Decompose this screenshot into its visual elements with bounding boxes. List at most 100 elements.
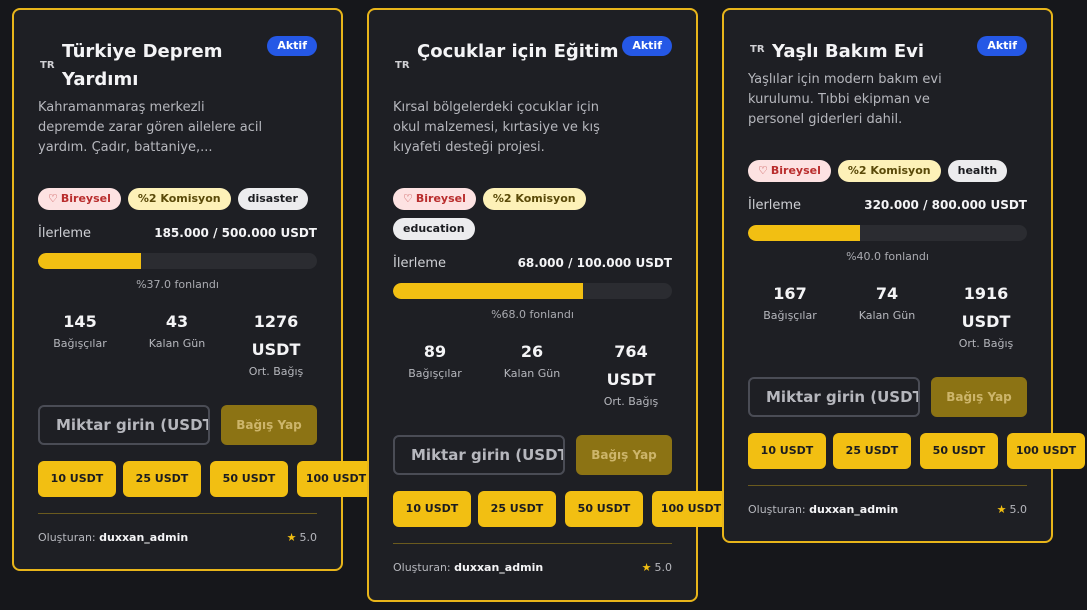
progress-header: İlerleme 68.000 / 100.000 USDT xyxy=(393,256,672,274)
stat-avg-donation: 764 USDT Ort. Bağış xyxy=(589,338,673,410)
stat-label: Kalan Gün xyxy=(148,337,206,350)
progress-amount: 320.000 / 800.000 USDT xyxy=(864,198,1027,212)
tag-personal: ♡ Bireysel xyxy=(393,188,476,210)
heart-icon: ♡ xyxy=(758,164,768,177)
progress-amount: 185.000 / 500.000 USDT xyxy=(154,226,317,240)
campaign-title: Türkiye Deprem Yardımı xyxy=(62,41,223,90)
progress-header: İlerleme 320.000 / 800.000 USDT xyxy=(748,198,1027,216)
stat-label: Ort. Bağış xyxy=(958,337,1014,350)
star-icon: ★ xyxy=(641,561,652,574)
tag-category: health xyxy=(947,160,1008,182)
creator-label: Oluşturan: xyxy=(393,561,451,574)
stat-days-left: 74 Kalan Gün xyxy=(845,280,929,324)
quick-amount-button[interactable]: 10 USDT xyxy=(38,461,116,497)
quick-amount-button[interactable]: 25 USDT xyxy=(123,461,201,497)
quick-amount-button[interactable]: 10 USDT xyxy=(748,433,826,469)
amount-input[interactable] xyxy=(38,405,210,445)
stat-label: Bağışçılar xyxy=(408,367,462,380)
stat-label: Ort. Bağış xyxy=(603,395,659,408)
stat-value: 1276 USDT xyxy=(251,312,301,359)
progress-bar-fill xyxy=(748,225,860,241)
stat-donors: 167 Bağışçılar xyxy=(748,280,832,324)
quick-amount-button[interactable]: 100 USDT xyxy=(1007,433,1085,469)
heart-icon: ♡ xyxy=(403,192,413,205)
card-footer: Oluşturan: duxxan_admin ★ 5.0 xyxy=(748,503,1027,519)
stat-value: 74 xyxy=(875,284,899,303)
progress-amount: 68.000 / 100.000 USDT xyxy=(517,256,672,270)
tag-personal: ♡ Bireysel xyxy=(38,188,121,210)
stat-label: Kalan Gün xyxy=(503,367,561,380)
progress-bar xyxy=(393,283,672,299)
stat-days-left: 43 Kalan Gün xyxy=(135,308,219,352)
stat-label: Kalan Gün xyxy=(858,309,916,322)
country-code: TR xyxy=(750,44,765,55)
funded-percentage: %37.0 fonlandı xyxy=(136,278,219,291)
quick-amount-button[interactable]: 100 USDT xyxy=(297,461,375,497)
donate-button[interactable]: Bağış Yap xyxy=(576,435,672,475)
progress-header: İlerleme 185.000 / 500.000 USDT xyxy=(38,226,317,244)
rating: ★ 5.0 xyxy=(996,503,1027,516)
campaign-title: Yaşlı Bakım Evi xyxy=(772,41,925,62)
campaign-card: TR Türkiye Deprem Yardımı Aktif Kahraman… xyxy=(12,8,375,571)
divider xyxy=(748,485,1027,486)
quick-amount-button[interactable]: 50 USDT xyxy=(920,433,998,469)
tag-list: ♡ Bireysel %2 Komisyon health xyxy=(748,160,1027,190)
country-code: TR xyxy=(40,60,55,71)
creator-name: duxxan_admin xyxy=(99,531,189,544)
rating: ★ 5.0 xyxy=(286,531,317,544)
donate-button[interactable]: Bağış Yap xyxy=(931,377,1027,417)
progress-bar xyxy=(748,225,1027,241)
status-badge: Aktif xyxy=(267,36,317,56)
stat-label: Bağışçılar xyxy=(53,337,107,350)
quick-amount-button[interactable]: 50 USDT xyxy=(210,461,288,497)
progress-bar xyxy=(38,253,317,269)
tag-commission: %2 Komisyon xyxy=(127,188,231,210)
stat-label: Bağışçılar xyxy=(763,309,817,322)
funded-percentage: %68.0 fonlandı xyxy=(491,308,574,321)
progress-label: İlerleme xyxy=(393,256,447,271)
stat-avg-donation: 1276 USDT Ort. Bağış xyxy=(234,308,318,380)
quick-amount-button[interactable]: 50 USDT xyxy=(565,491,643,527)
progress-bar-fill xyxy=(38,253,142,269)
amount-input[interactable] xyxy=(393,435,565,475)
star-icon: ★ xyxy=(286,531,297,544)
quick-amount-button[interactable]: 10 USDT xyxy=(393,491,471,527)
stat-days-left: 26 Kalan Gün xyxy=(490,338,574,382)
quick-amount-button[interactable]: 25 USDT xyxy=(478,491,556,527)
stat-value: 145 xyxy=(63,312,97,331)
stat-value: 167 xyxy=(773,284,807,303)
stat-value: 764 USDT xyxy=(606,342,656,389)
progress-bar-fill xyxy=(393,283,583,299)
stat-value: 26 xyxy=(520,342,544,361)
quick-amount-button[interactable]: 25 USDT xyxy=(833,433,911,469)
card-footer: Oluşturan: duxxan_admin ★ 5.0 xyxy=(393,561,672,577)
campaign-title: Çocuklar için Eğitim xyxy=(417,41,619,62)
campaign-card: TR Çocuklar için Eğitim Aktif Kırsal böl… xyxy=(367,8,730,602)
stat-value: 89 xyxy=(423,342,447,361)
campaign-card: TR Yaşlı Bakım Evi Aktif Yaşlılar için m… xyxy=(722,8,1085,543)
star-icon: ★ xyxy=(996,503,1007,516)
campaign-description: Kırsal bölgelerdeki çocuklar için okul m… xyxy=(393,100,600,155)
creator-name: duxxan_admin xyxy=(809,503,899,516)
funded-percentage: %40.0 fonlandı xyxy=(846,250,929,263)
quick-amounts: 10 USDT 25 USDT 50 USDT 100 USDT xyxy=(748,433,1087,469)
divider xyxy=(38,513,317,514)
amount-input[interactable] xyxy=(748,377,920,417)
tag-category: disaster xyxy=(237,188,308,210)
stat-avg-donation: 1916 USDT Ort. Bağış xyxy=(944,280,1028,352)
quick-amount-button[interactable]: 100 USDT xyxy=(652,491,730,527)
tag-list: ♡ Bireysel %2 Komisyon education xyxy=(393,188,672,248)
tag-commission: %2 Komisyon xyxy=(482,188,586,210)
tag-category: education xyxy=(393,218,475,240)
divider xyxy=(393,543,672,544)
stat-donors: 145 Bağışçılar xyxy=(38,308,122,352)
country-code: TR xyxy=(395,60,410,71)
stat-donors: 89 Bağışçılar xyxy=(393,338,477,382)
donate-button[interactable]: Bağış Yap xyxy=(221,405,317,445)
rating: ★ 5.0 xyxy=(641,561,672,574)
status-badge: Aktif xyxy=(977,36,1027,56)
tag-personal: ♡ Bireysel xyxy=(748,160,831,182)
stat-value: 1916 USDT xyxy=(961,284,1011,331)
stat-label: Ort. Bağış xyxy=(248,365,304,378)
tag-list: ♡ Bireysel %2 Komisyon disaster xyxy=(38,188,317,218)
